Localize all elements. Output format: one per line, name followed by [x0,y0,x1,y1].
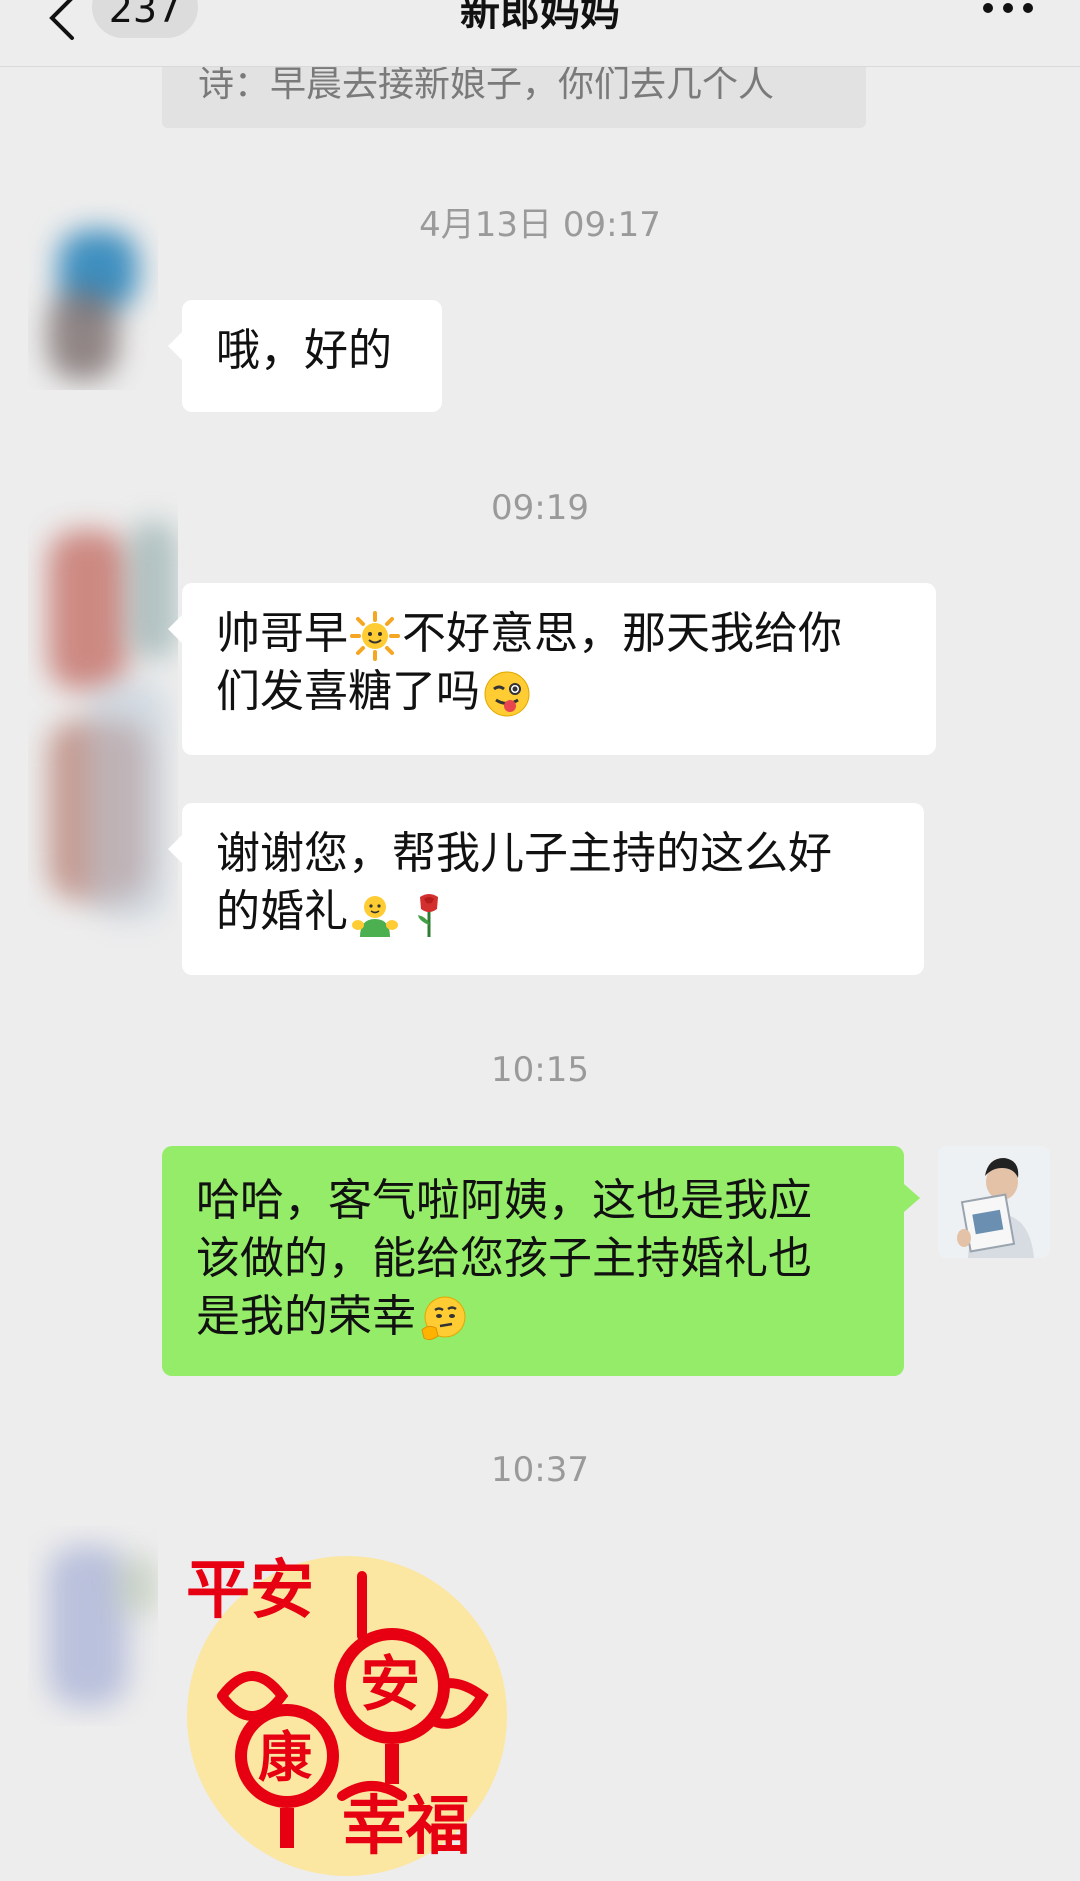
chat-title: 新郎妈妈 [460,0,620,35]
message-line: 谢谢您，帮我儿子主持的这么好 [216,828,832,879]
chat-header: 237 新郎妈妈 [0,0,1080,67]
timestamp: 10:15 [491,1050,589,1090]
contact-avatar[interactable] [28,1526,158,1726]
message-bubble-received[interactable]: 谢谢您，帮我儿子主持的这么好 的婚礼 [168,803,924,975]
message-line: 哈哈，客气啦阿姨，这也是我应 [196,1175,812,1226]
message-line: 的婚礼 [216,883,890,941]
timestamp: 4月13日 09:17 [419,205,661,245]
sticker-image[interactable]: 平安 安 康 幸福 [182,1546,512,1876]
message-bubble-received[interactable]: 哦，好的 [168,300,442,412]
message-line: 帅哥早 不好意思，那天我给你 [216,608,842,661]
message-line: 是我的荣幸 [196,1288,870,1346]
sticker-text: 幸福 [342,1789,470,1864]
sticker-text: 安 [360,1650,420,1720]
contact-avatar[interactable] [28,480,178,960]
thinking-face-emoji [421,1296,466,1341]
sticker-text: 平安 [186,1553,314,1628]
sun-face-emoji [350,611,400,661]
rose-emoji [418,894,438,937]
more-dots-icon[interactable] [980,2,1036,18]
quoted-message[interactable]: 诗：早晨去接新娘子，你们去几个人 [162,66,866,128]
my-avatar[interactable] [938,1146,1050,1258]
sticker-text: 康 [258,1725,312,1789]
message-line: 们发喜糖了吗 [216,663,902,721]
winking-tongue-emoji [484,671,530,717]
message-line: 该做的，能给您孩子主持婚礼也 [196,1233,812,1284]
contact-avatar[interactable] [28,200,158,390]
profile-photo-icon [938,1146,1050,1258]
timestamp: 10:37 [491,1450,589,1490]
message-bubble-received[interactable]: 帅哥早 不好意思，那天我给你 们发喜糖了吗 [168,583,936,755]
hug-emoji [352,896,398,937]
message-bubble-sent[interactable]: 哈哈，客气啦阿姨，这也是我应 该做的，能给您孩子主持婚礼也 是我的荣幸 [162,1146,920,1376]
message-text: 哦，好的 [216,325,392,376]
